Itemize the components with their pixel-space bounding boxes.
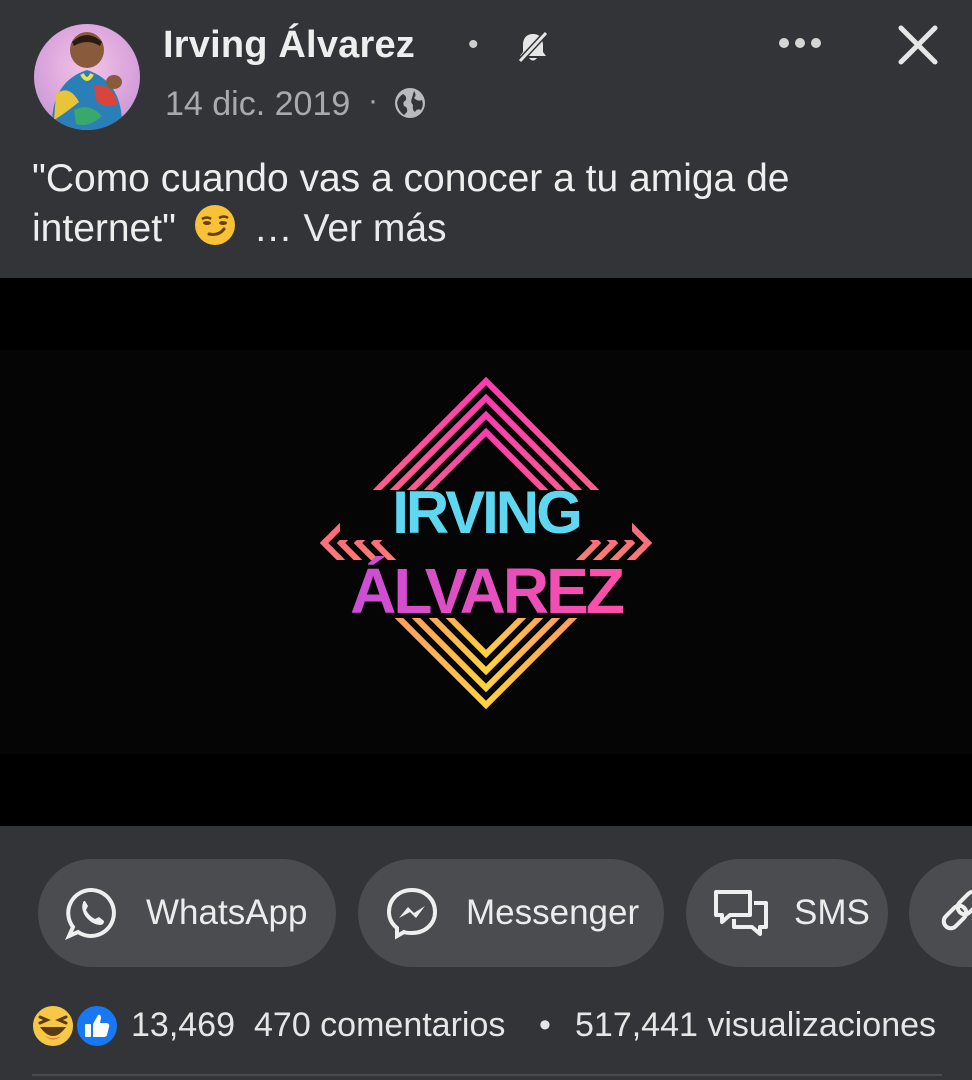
link-icon — [941, 889, 972, 931]
haha-reaction-icon[interactable] — [30, 1003, 76, 1049]
globe-icon — [395, 88, 425, 118]
more-options-icon[interactable] — [776, 34, 824, 52]
mute-notifications-icon[interactable] — [514, 28, 552, 66]
share-sms-button[interactable]: SMS — [686, 859, 888, 967]
close-icon[interactable] — [895, 22, 941, 68]
author-name[interactable]: Irving Álvarez — [163, 24, 415, 67]
date-separator: · — [368, 84, 378, 117]
smirk-emoji — [194, 205, 235, 245]
share-options-row: WhatsApp Messenger SMS — [0, 826, 972, 996]
sms-icon — [714, 890, 768, 936]
caption-line-2: internet" … Ver más — [32, 203, 932, 253]
share-whatsapp-label: WhatsApp — [146, 893, 308, 932]
reactions-count[interactable]: 13,469 — [131, 1006, 235, 1045]
video-player[interactable]: IRVING ÁLVAREZ — [0, 278, 972, 826]
caption-line-1: "Como cuando vas a conocer a tu amiga de — [32, 157, 790, 200]
share-copy-link-button[interactable] — [909, 859, 972, 967]
logo-text-line-2: ÁLVAREZ — [350, 555, 624, 627]
stats-separator-dot: • — [539, 1006, 551, 1044]
messenger-icon — [386, 887, 438, 940]
see-more-link[interactable]: … Ver más — [254, 207, 447, 250]
share-messenger-label: Messenger — [466, 893, 640, 932]
divider — [32, 1074, 942, 1076]
whatsapp-icon — [65, 887, 116, 940]
caption-line-2-text: internet" — [32, 207, 176, 250]
separator-dot: • — [468, 28, 479, 61]
post-header: Irving Álvarez • 14 dic. 2019 · "Como cu… — [0, 0, 972, 278]
video-logo: IRVING ÁLVAREZ — [290, 376, 682, 710]
share-whatsapp-button[interactable]: WhatsApp — [38, 859, 336, 967]
post-date[interactable]: 14 dic. 2019 — [165, 85, 350, 124]
comments-count[interactable]: 470 comentarios — [254, 1006, 505, 1045]
like-reaction-icon[interactable] — [74, 1003, 120, 1049]
views-count: 517,441 visualizaciones — [575, 1006, 937, 1044]
logo-text-line-1: IRVING — [392, 479, 580, 546]
share-sms-label: SMS — [794, 893, 870, 932]
avatar[interactable] — [34, 24, 140, 130]
share-messenger-button[interactable]: Messenger — [358, 859, 664, 967]
post-caption: "Como cuando vas a conocer a tu amiga de… — [32, 154, 932, 253]
